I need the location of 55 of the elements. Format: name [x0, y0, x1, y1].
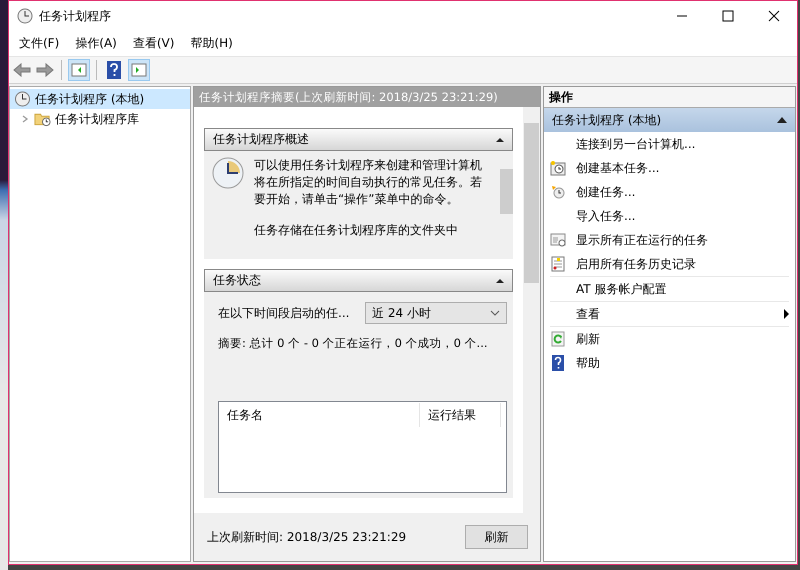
clock-icon	[17, 8, 33, 24]
collapse-arrow-icon[interactable]	[777, 117, 787, 123]
tree-item[interactable]: 任务计划程序库	[10, 109, 190, 129]
menu-item[interactable]: 查看(V)	[124, 35, 182, 52]
scrollbar[interactable]	[523, 107, 540, 513]
summary-header: 任务计划程序摘要(上次刷新时间: 2018/3/25 23:21:29)	[194, 87, 540, 107]
menu-item[interactable]: 文件(F)	[11, 35, 68, 52]
help-icon	[550, 355, 566, 371]
action-item[interactable]: 刷新	[550, 326, 789, 351]
time-range-dropdown[interactable]: 近 24 小时	[365, 302, 507, 324]
action-item[interactable]: 创建基本任务...	[550, 156, 789, 180]
window-clock-icon	[550, 232, 566, 248]
description-text: 任务存储在任务计划程序库的文件夹中	[254, 222, 459, 239]
window-title: 任务计划程序	[39, 8, 111, 24]
caret-icon	[490, 308, 500, 318]
forward-arrow-icon[interactable]	[35, 60, 55, 80]
log-list-icon	[550, 256, 566, 272]
section-header[interactable]: 任务状态	[204, 269, 513, 292]
chevron-icon[interactable]	[20, 114, 30, 124]
show-hide-tree-icon[interactable]	[68, 59, 90, 81]
action-item[interactable]: 导入任务...	[550, 204, 789, 228]
column-header[interactable]: 任务名	[219, 403, 420, 427]
action-item[interactable]: 启用所有任务历史记录	[550, 252, 789, 276]
section-title: 任务状态	[213, 272, 261, 289]
action-group-header[interactable]: 任务计划程序 (本地)	[544, 108, 795, 132]
clock-icon	[550, 184, 566, 200]
section-title: 任务计划程序概述	[213, 131, 309, 148]
action-item[interactable]: AT 服务帐户配置	[550, 276, 789, 301]
filter-label: 在以下时间段启动的任...	[218, 304, 350, 322]
menu-item[interactable]: 操作(A)	[67, 35, 125, 52]
clock-icon	[212, 157, 244, 189]
show-hide-action-pane-icon[interactable]	[128, 59, 150, 81]
menu-item[interactable]: 帮助(H)	[182, 35, 241, 52]
group-title: 任务计划程序 (本地)	[552, 112, 662, 128]
action-item[interactable]: 查看	[550, 301, 789, 326]
actions-title: 操作	[544, 87, 795, 108]
last-refresh-text: 上次刷新时间: 2018/3/25 23:21:29	[207, 528, 406, 546]
description-text: 可以使用任务计划程序来创建和管理计算机将在所指定的时间自动执行的常见任务。若要开始，请单击“操作”菜单中的命令。	[254, 157, 483, 208]
action-item[interactable]: 连接到另一台计算机...	[550, 132, 789, 156]
refresh-icon	[550, 331, 566, 347]
action-item[interactable]: 创建任务...	[550, 180, 789, 204]
action-item[interactable]: 帮助	[550, 351, 789, 375]
folder-clock-icon	[34, 111, 51, 127]
clock-icon	[14, 91, 31, 107]
refresh-button[interactable]: 刷新	[465, 525, 528, 549]
action-item[interactable]: 显示所有正在运行的任务	[550, 228, 789, 252]
submenu-arrow-icon	[784, 309, 789, 319]
collapse-arrow-icon[interactable]	[496, 278, 504, 282]
tree-item[interactable]: 任务计划程序 (本地)	[10, 89, 190, 109]
collapse-arrow-icon[interactable]	[496, 138, 504, 142]
back-arrow-icon[interactable]	[12, 60, 32, 80]
calendar-clock-icon	[550, 160, 566, 176]
column-header[interactable]: 运行结果	[420, 403, 501, 427]
section-header[interactable]: 任务计划程序概述	[204, 128, 513, 151]
summary-text: 摘要: 总计 0 个 - 0 个正在运行，0 个成功，0 个...	[218, 336, 489, 351]
